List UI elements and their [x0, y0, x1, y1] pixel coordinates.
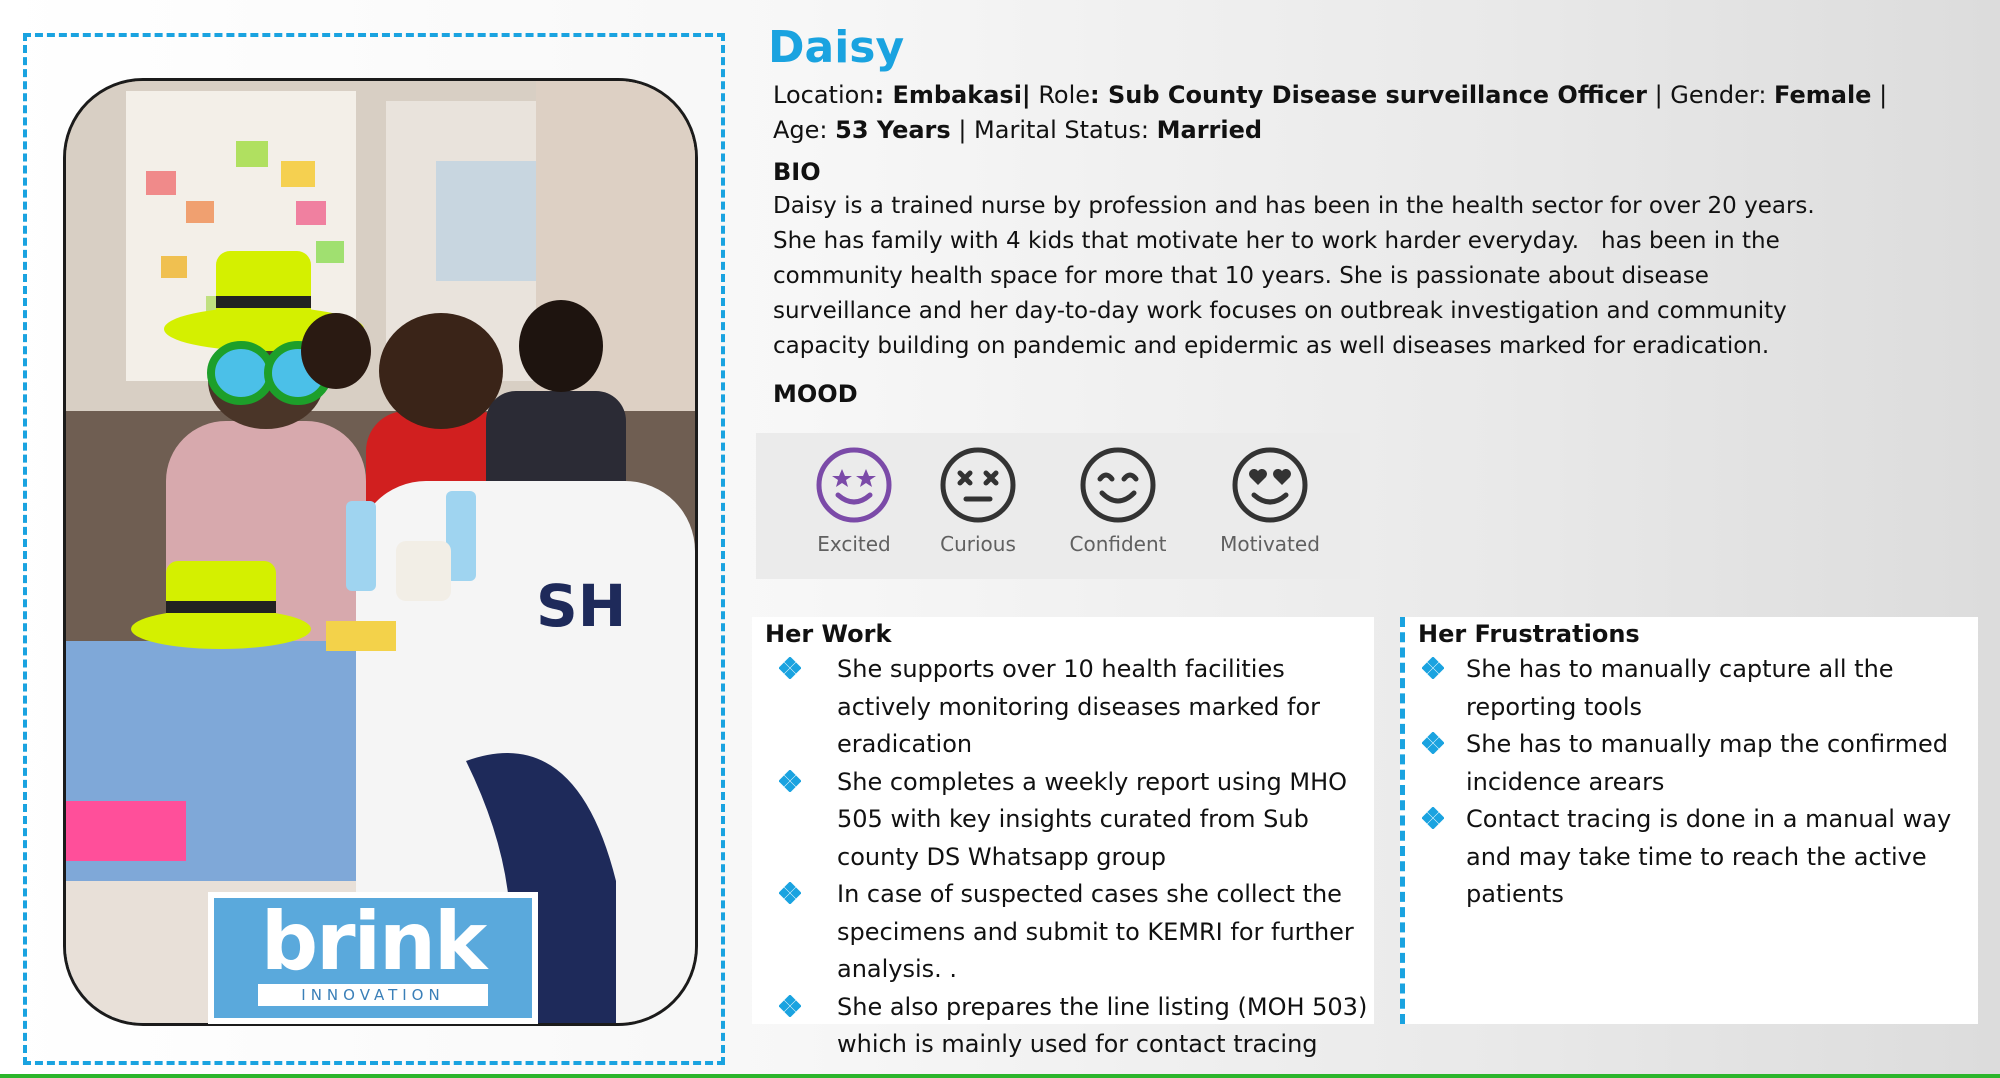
logo-subtitle: INNOVATION [258, 984, 488, 1006]
diamond-bullet-icon [779, 994, 801, 1017]
her-frustrations-title: Her Frustrations [1418, 620, 1640, 648]
logo-word: brink [260, 898, 487, 988]
list-item-text: She completes a weekly report using MHO … [837, 767, 1347, 871]
list-item: She has to manually map the confirmed in… [1418, 726, 1978, 801]
mood-excited: Excited [784, 445, 924, 557]
location-colon: : [874, 81, 893, 109]
location-label: Location [773, 81, 875, 109]
diamond-bullet-icon [779, 769, 801, 792]
bio-title: BIO [773, 158, 821, 186]
list-item-text: She has to manually map the confirmed in… [1466, 730, 1948, 796]
persona-name: Daisy [768, 22, 905, 73]
shirt-text: SH [536, 572, 626, 640]
age-value: 53 Years [835, 116, 951, 144]
mood-label: Motivated [1220, 532, 1320, 556]
bottom-accent-line [0, 1074, 2000, 1078]
diamond-bullet-icon [1422, 657, 1444, 679]
diamond-bullet-icon [779, 657, 801, 679]
list-item-text: In case of suspected cases she collect t… [837, 880, 1354, 983]
list-item: Contact tracing is done in a manual way … [1418, 801, 1978, 914]
diamond-bullet-icon [779, 882, 801, 904]
bio-text: Daisy is a trained nurse by profession a… [773, 189, 1873, 364]
list-item-text: She has to manually capture all the repo… [1466, 655, 1894, 721]
brink-innovation-logo: brink INNOVATION [208, 892, 538, 1024]
list-item: She also prepares the line listing (MOH … [765, 989, 1374, 1064]
persona-info: Location: Embakasi| Role: Sub County Dis… [773, 78, 1943, 148]
x-eyes-face-icon [940, 447, 1016, 523]
list-item: She completes a weekly report using MHO … [765, 764, 1374, 877]
mood-title: MOOD [773, 380, 858, 408]
mood-label: Curious [940, 532, 1016, 556]
workshop-photo-illustration: SH [66, 81, 695, 1023]
role-colon: : [1090, 81, 1108, 109]
diamond-bullet-icon [1422, 807, 1444, 829]
list-item-text: Contact tracing is done in a manual way … [1466, 805, 1952, 908]
list-item: She has to manually capture all the repo… [1418, 651, 1978, 726]
list-item-text: She also prepares the line listing (MOH … [837, 992, 1368, 1059]
list-item: In case of suspected cases she collect t… [765, 876, 1374, 989]
separator: | [1654, 81, 1671, 109]
mood-curious: Curious [908, 445, 1048, 557]
marital-label: Marital Status: [974, 116, 1149, 144]
role-value: Sub County Disease surveillance Officer [1108, 81, 1647, 109]
smiling-face-icon [1080, 447, 1156, 523]
her-work-title: Her Work [765, 620, 892, 648]
her-work-list: She supports over 10 health facilities a… [765, 651, 1374, 1064]
bio-line: Daisy is a trained nurse by profession a… [773, 193, 1815, 219]
marital-value: Married [1156, 116, 1263, 144]
separator: | [1879, 81, 1888, 109]
mood-panel: Excited Curious Confident Motivated [756, 433, 1360, 579]
age-label: Age: [773, 116, 828, 144]
mood-motivated: Motivated [1200, 445, 1340, 557]
her-work-panel: Her Work She supports over 10 health fac… [752, 617, 1374, 1058]
bio-line: surveillance and her day-to-day work foc… [773, 298, 1787, 324]
mood-confident: Confident [1048, 445, 1188, 557]
heart-eyes-face-icon [1232, 447, 1308, 523]
gender-label: Gender: [1670, 81, 1767, 109]
bio-line: community health space for more that 10 … [773, 263, 1709, 289]
her-frustrations-list: She has to manually capture all the repo… [1418, 651, 1978, 914]
persona-photo: SH [63, 78, 698, 1026]
her-frustrations-panel: Her Frustrations She has to manually cap… [1400, 617, 1978, 1024]
list-item-text: She supports over 10 health facilities a… [837, 655, 1320, 758]
bio-line: She has family with 4 kids that motivate… [773, 228, 1780, 254]
bio-line: capacity building on pandemic and epider… [773, 333, 1770, 359]
list-item: She supports over 10 health facilities a… [765, 651, 1374, 764]
role-label: Role [1038, 81, 1091, 109]
diamond-bullet-icon [1422, 732, 1444, 754]
star-eyes-face-icon [816, 447, 892, 523]
mood-label: Confident [1069, 532, 1167, 556]
separator: | [958, 116, 975, 144]
gender-value: Female [1774, 81, 1872, 109]
mood-label: Excited [817, 532, 891, 556]
location-value: Embakasi| [892, 81, 1031, 109]
